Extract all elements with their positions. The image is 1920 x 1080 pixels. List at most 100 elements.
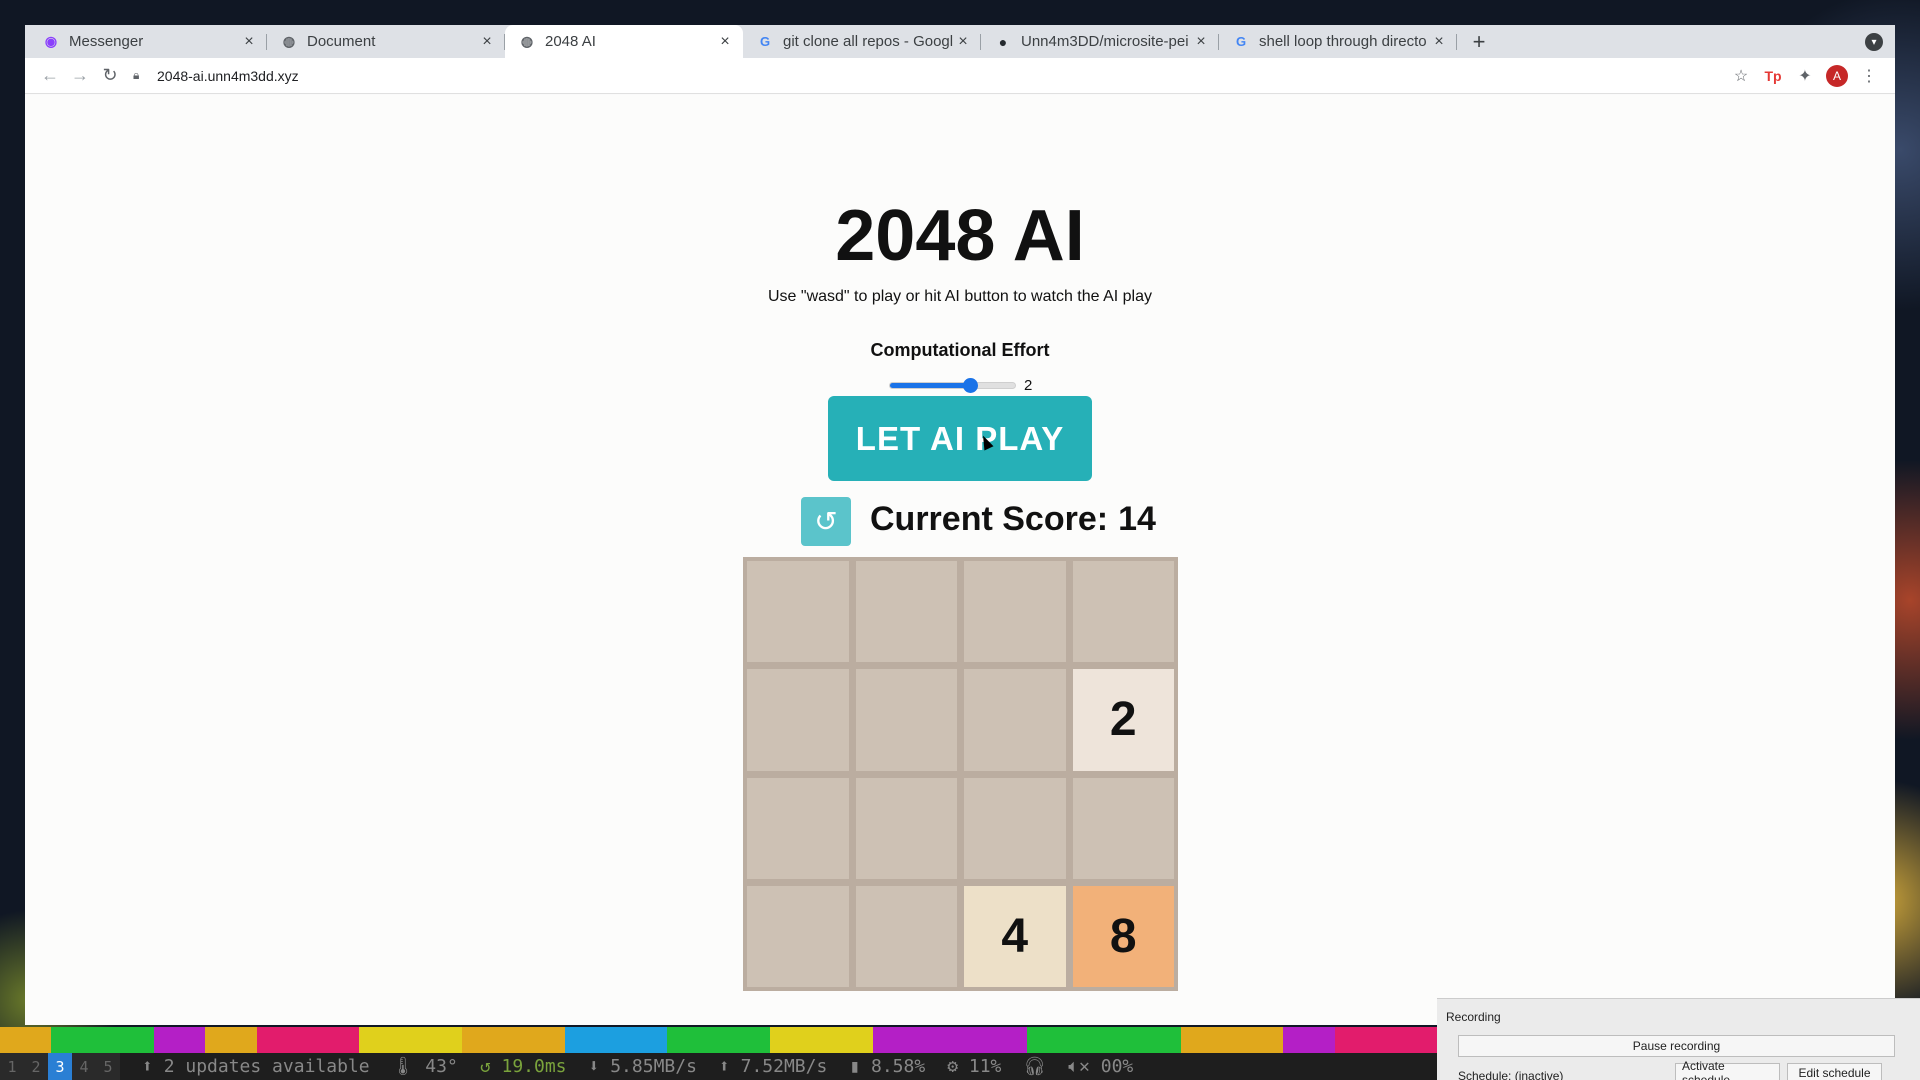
empty-cell: [855, 885, 957, 987]
tab-close-icon[interactable]: ×: [1431, 33, 1447, 51]
tab-search-icon[interactable]: ▾: [1865, 33, 1883, 51]
effort-value: 2: [1024, 376, 1033, 394]
new-tab-button[interactable]: +: [1465, 28, 1493, 56]
effort-slider-row: 2: [889, 375, 1032, 395]
workspace-2[interactable]: 2: [24, 1053, 48, 1080]
ping-status: ↺ 19.0ms: [479, 1056, 567, 1077]
address-bar[interactable]: 🔒︎ 2048-ai.unn4m3dd.xyz: [125, 61, 1725, 91]
memory-text: 8.58%: [871, 1056, 926, 1077]
let-ai-play-button[interactable]: LET AI PLAY: [828, 396, 1092, 481]
bookmark-star-icon[interactable]: ☆: [1725, 61, 1757, 91]
ping-text: 19.0ms: [501, 1056, 567, 1077]
lock-icon[interactable]: 🔒︎: [133, 68, 149, 83]
google-icon: G: [759, 34, 771, 49]
reload-button[interactable]: ↻: [95, 61, 125, 91]
tab-title: shell loop through directo: [1259, 33, 1427, 50]
tab-2[interactable]: ◍ 2048 AI ×: [505, 25, 743, 58]
color-strip-segment: [1180, 1027, 1232, 1053]
extension-tp-icon[interactable]: Tp: [1757, 61, 1789, 91]
tab-title: git clone all repos - Googl: [783, 33, 954, 50]
empty-cell: [747, 777, 849, 879]
updates-status[interactable]: ⬆ 2 updates available: [142, 1056, 370, 1077]
empty-cell: [747, 561, 849, 663]
tab-close-icon[interactable]: ×: [1193, 33, 1209, 51]
color-strip-segment: [102, 1027, 154, 1053]
color-strip-segment: [718, 1027, 770, 1053]
empty-cell: [964, 669, 1066, 771]
recording-title: Recording: [1446, 1010, 1501, 1024]
tile-4: 4: [964, 885, 1066, 987]
color-strip-segment: [51, 1027, 103, 1053]
edit-schedule-button[interactable]: Edit schedule: [1787, 1063, 1882, 1080]
back-button[interactable]: ←: [35, 61, 65, 91]
workspace-4[interactable]: 4: [72, 1053, 96, 1080]
volume-text: 00%: [1100, 1056, 1134, 1077]
tab-close-icon[interactable]: ×: [717, 33, 733, 51]
globe-icon: ◍: [282, 33, 296, 49]
empty-cell: [964, 777, 1066, 879]
headphones-icon[interactable]: 🎧︎: [1023, 1056, 1046, 1077]
tab-3[interactable]: Ggit clone all repos - Googl ×: [743, 25, 981, 58]
browser-toolbar: ← → ↻ 🔒︎ 2048-ai.unn4m3dd.xyz ☆ Tp ✦ A ⋮: [25, 58, 1895, 94]
tab-0[interactable]: ◉ Messenger ×: [29, 25, 267, 58]
color-strip-segment: [1231, 1027, 1284, 1053]
schedule-status: Schedule: (inactive): [1458, 1069, 1564, 1080]
color-strip-segment: [667, 1027, 719, 1053]
url-text: 2048-ai.unn4m3dd.xyz: [157, 67, 299, 84]
color-strip-segment: [1283, 1027, 1335, 1053]
color-strip-segment: [513, 1027, 565, 1053]
color-strip: [0, 1027, 1438, 1053]
tab-4[interactable]: ● Unn4m3DD/microsite-pei ×: [981, 25, 1219, 58]
color-strip-segment: [256, 1027, 308, 1053]
game-board: 2 48: [743, 557, 1178, 991]
extensions-puzzle-icon[interactable]: ✦: [1789, 61, 1821, 91]
download-text: 5.85MB/s: [610, 1056, 697, 1077]
system-status-bar: 12345 ⬆ 2 updates available 🌡︎ 43° ↺ 19.…: [0, 1053, 1437, 1080]
menu-kebab-icon[interactable]: ⋮: [1853, 61, 1885, 91]
empty-cell: [1072, 777, 1174, 879]
game-page: 2048 AI Use "wasd" to play or hit AI but…: [25, 95, 1895, 1025]
score-label: Current Score:: [870, 500, 1109, 538]
memory-status: ▮ 8.58%: [849, 1056, 926, 1077]
pause-recording-button[interactable]: Pause recording: [1458, 1035, 1895, 1057]
color-strip-segment: [923, 1027, 976, 1053]
profile-avatar[interactable]: A: [1821, 61, 1853, 91]
workspace-3[interactable]: 3: [48, 1053, 72, 1080]
empty-cell: [747, 669, 849, 771]
messenger-icon: ◉: [44, 33, 58, 49]
color-strip-segment: [615, 1027, 668, 1053]
empty-cell: [1072, 561, 1174, 663]
effort-slider-thumb[interactable]: [963, 377, 978, 393]
score-display: Current Score: 14: [870, 500, 1166, 539]
tab-strip: ◉ Messenger × ◍ Document × ◍ 2048 AI × Ggit clone…: [25, 25, 1895, 58]
color-strip-segment: [307, 1027, 360, 1053]
tile-2: 2: [1072, 669, 1174, 771]
tab-title: Document: [307, 33, 376, 50]
color-strip-segment: [872, 1027, 924, 1053]
workspace-1[interactable]: 1: [0, 1053, 24, 1080]
tab-list: ◉ Messenger × ◍ Document × ◍ 2048 AI × Ggit clone…: [29, 25, 1457, 58]
tab-close-icon[interactable]: ×: [241, 33, 257, 51]
color-strip-segment: [1385, 1027, 1438, 1053]
effort-slider[interactable]: [889, 377, 1016, 393]
color-strip-segment: [769, 1027, 822, 1053]
tab-close-icon[interactable]: ×: [479, 33, 495, 51]
color-strip-segment: [975, 1027, 1027, 1053]
activate-schedule-button[interactable]: Activate schedule: [1675, 1059, 1780, 1080]
cpu-status: ⚙ 11%: [947, 1056, 1002, 1077]
forward-button[interactable]: →: [65, 61, 95, 91]
tab-close-icon[interactable]: ×: [955, 33, 971, 51]
empty-cell: [855, 669, 957, 771]
github-icon: ●: [998, 33, 1008, 50]
workspace-5[interactable]: 5: [96, 1053, 120, 1080]
tab-5[interactable]: Gshell loop through directo ×: [1219, 25, 1457, 58]
effort-label: Computational Effort: [870, 340, 1050, 360]
tile-8: 8: [1072, 885, 1174, 987]
undo-button[interactable]: ↺: [801, 497, 851, 546]
color-strip-segment: [1077, 1027, 1130, 1053]
volume-status[interactable]: 🔈︎✕ 00%: [1068, 1056, 1133, 1077]
empty-cell: [964, 561, 1066, 663]
temperature-status: 🌡︎ 43°: [391, 1056, 458, 1077]
tab-1[interactable]: ◍ Document ×: [267, 25, 505, 58]
color-strip-segment: [0, 1027, 52, 1053]
